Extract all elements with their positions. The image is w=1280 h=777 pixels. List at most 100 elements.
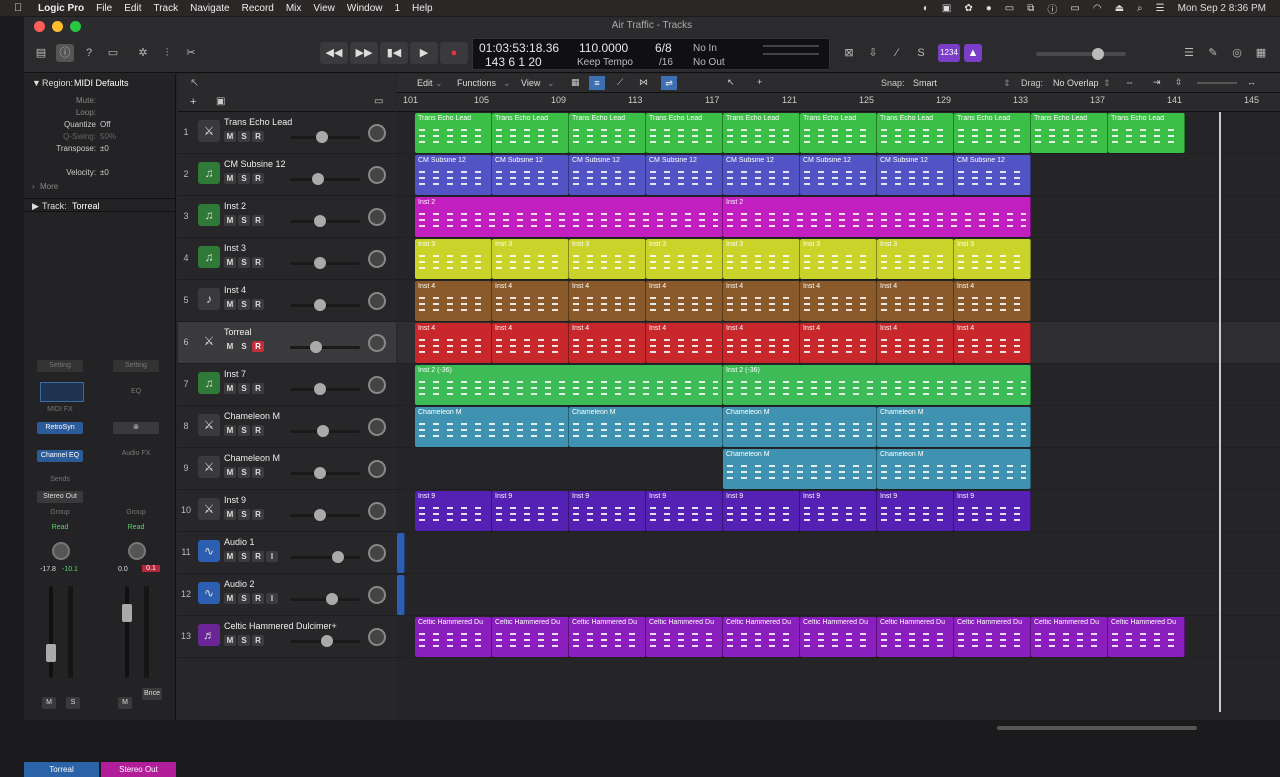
track-volume-cap[interactable] [314,215,326,227]
midi-region[interactable]: Inst 3 [415,239,492,279]
wave-icon[interactable]: ∿ [198,582,220,604]
audio-fx-slot[interactable]: Channel EQ [37,450,83,462]
midi-region[interactable]: Chameleon M [569,407,723,447]
track-volume-cap[interactable] [314,467,326,479]
menu-record[interactable]: Record [242,3,274,14]
battery-icon[interactable]: ▭ [1070,3,1079,14]
mute-button[interactable]: M [224,593,236,604]
track-volume-slider[interactable] [290,509,360,521]
menu-help[interactable]: Help [412,3,433,14]
midi-region[interactable]: Inst 3 [569,239,646,279]
mixer-icon[interactable]: ⫶ [158,44,176,62]
midi-region[interactable]: Inst 4 [569,281,646,321]
eq-thumbnail[interactable] [40,382,84,402]
strip-name-torreal[interactable]: Torreal [24,762,99,777]
midi-region[interactable]: Chameleon M [723,407,877,447]
midi-region[interactable]: Inst 4 [492,281,569,321]
track-volume-cap[interactable] [326,593,338,605]
master-volume-cap[interactable] [1092,48,1104,60]
solo-button[interactable]: S [66,697,80,709]
track-volume-cap[interactable] [316,131,328,143]
record-enable-button[interactable]: R [252,593,264,604]
align-icon[interactable]: ⇥ [1153,77,1161,88]
menu-file[interactable]: File [96,3,112,14]
app-icon[interactable]: ✿ [964,3,972,14]
track-volume-cap[interactable] [321,635,333,647]
solo-button[interactable]: S [238,257,250,268]
track-pan-knob[interactable] [368,502,386,520]
add-track-icon[interactable]: + [190,96,196,108]
track-volume-cap[interactable] [312,173,324,185]
synth-icon[interactable]: ⚔ [198,498,220,520]
record-enable-button[interactable]: R [252,635,264,646]
midi-region[interactable]: CM Subsine 12 [415,155,492,195]
menu-app[interactable]: Logic Pro [38,3,84,14]
grid-view-icon[interactable]: ▦ [571,77,580,88]
track-name[interactable]: Chameleon M [224,453,280,463]
track-name[interactable]: Trans Echo Lead [224,117,292,127]
midi-region[interactable]: Chameleon M [877,449,1031,489]
solo-icon[interactable]: S [912,44,930,62]
track-header[interactable]: 12 ∿ Audio 2 MSRI [178,574,396,616]
track-lane[interactable] [397,574,1280,616]
record-enable-button[interactable]: R [252,257,264,268]
midi-region[interactable]: CM Subsine 12 [492,155,569,195]
midi-region[interactable]: Trans Echo Lead [877,113,954,153]
solo-button[interactable]: S [238,551,250,562]
count-in-icon[interactable]: ∕ [888,44,906,62]
note-icon[interactable]: ♫ [198,246,220,268]
volume-fader[interactable] [125,586,129,678]
play-button[interactable]: ▶ [410,42,438,64]
track-volume-slider[interactable] [290,341,360,353]
midi-region[interactable]: Inst 9 [646,491,723,531]
midi-region[interactable]: Inst 4 [415,323,492,363]
track-name[interactable]: CM Subsine 12 [224,159,286,169]
midi-region[interactable]: Inst 2 [415,197,723,237]
mute-button[interactable]: M [224,215,236,226]
mute-button[interactable]: M [118,697,132,709]
track-volume-slider[interactable] [290,551,360,563]
vertical-zoom-slider[interactable] [1197,82,1237,84]
midi-region[interactable]: Trans Echo Lead [415,113,492,153]
note-icon[interactable]: ♫ [198,162,220,184]
midi-region[interactable]: Inst 3 [800,239,877,279]
go-to-start-button[interactable]: ▮◀ [380,42,408,64]
record-enable-button[interactable]: R [252,425,264,436]
synth-icon[interactable]: ⚔ [198,414,220,436]
track-name[interactable]: Inst 7 [224,369,246,379]
menu-navigate[interactable]: Navigate [190,3,229,14]
track-lanes[interactable]: Trans Echo Lead Trans Echo Lead Trans Echo… [397,112,1280,720]
tuner-icon[interactable]: ⇩ [864,44,882,62]
lcd-display[interactable]: 01:03:53:18.36 143 6 1 20 110.0000 Keep … [472,38,830,70]
clock[interactable]: Mon Sep 2 8:36 PM [1178,3,1266,14]
functions-menu[interactable]: Functions [457,78,496,88]
track-header[interactable]: 1 ⚔ Trans Echo Lead M S R [178,112,396,154]
track-pan-knob[interactable] [368,628,386,646]
mute-button[interactable]: M [224,551,236,562]
record-enable-button[interactable]: R [252,215,264,226]
track-volume-slider[interactable] [290,173,360,185]
mute-button[interactable]: M [224,257,236,268]
track-header[interactable]: 13 ♬ Celtic Hammered Dulcimer+ M S R [178,616,396,658]
track-pan-knob[interactable] [368,166,386,184]
midi-region[interactable]: Inst 4 [723,323,800,363]
flex-icon[interactable]: ⋈ [639,77,648,88]
track-header[interactable]: 2 ♫ CM Subsine 12 M S R [178,154,396,196]
track-header[interactable]: 8 ⚔ Chameleon M MSR [178,406,396,448]
track-volume-slider[interactable] [290,299,360,311]
list-editors-icon[interactable]: ☰ [1180,44,1198,62]
record-enable-button[interactable]: R [252,467,264,478]
record-enable-button[interactable]: R [252,551,264,562]
midi-region[interactable]: CM Subsine 12 [569,155,646,195]
eject-icon[interactable]: ⏏ [1115,3,1124,14]
track-header[interactable]: 7 ♫ Inst 7 MSR [178,364,396,406]
midi-region[interactable]: Trans Echo Lead [569,113,646,153]
solo-button[interactable]: S [238,215,250,226]
track-name[interactable]: Audio 1 [224,537,255,547]
info-icon[interactable]: ⓘ [1047,1,1057,16]
track-name[interactable]: Inst 3 [224,243,246,253]
menu-1[interactable]: 1 [394,3,400,14]
solo-button[interactable]: S [238,131,250,142]
midi-region[interactable]: Inst 3 [877,239,954,279]
record-enable-button[interactable]: R [252,341,264,352]
